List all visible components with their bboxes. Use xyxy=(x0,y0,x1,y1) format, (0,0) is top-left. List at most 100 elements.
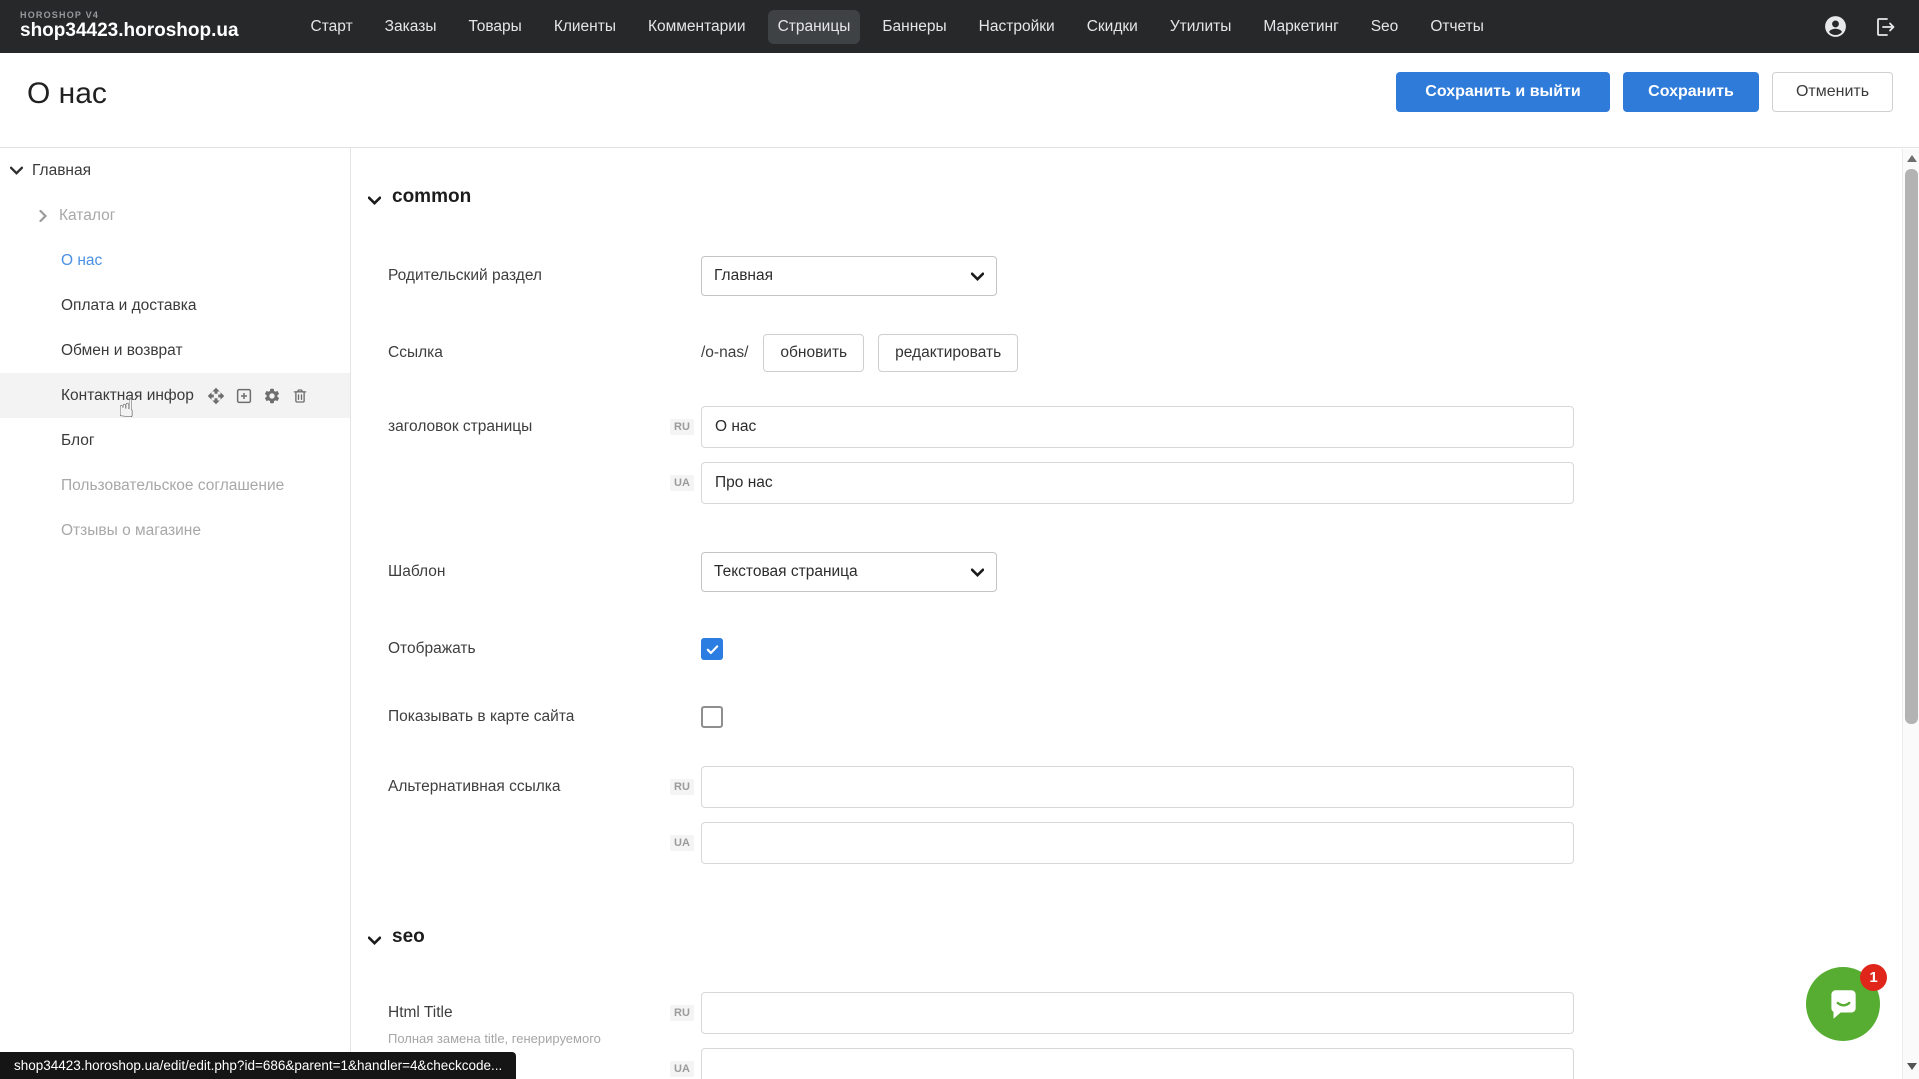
page-title-ua-input[interactable] xyxy=(701,462,1574,504)
field-label: заголовок страницы xyxy=(388,406,670,504)
add-icon[interactable] xyxy=(235,386,254,405)
html-title-ua-input[interactable] xyxy=(701,1048,1574,1079)
chat-icon xyxy=(1824,985,1862,1023)
display-checkbox[interactable] xyxy=(701,638,723,660)
lang-line-ua: UA xyxy=(670,822,1574,864)
parent-section-select[interactable]: Главная xyxy=(701,256,997,296)
refresh-link-button[interactable]: обновить xyxy=(763,334,864,372)
field-hint: Полная замена title, генерируемого xyxy=(388,1031,638,1048)
horoshop-admin: HOROSHOP V4 shop34423.horoshop.ua Старт … xyxy=(0,0,1919,1079)
chat-button[interactable]: 1 xyxy=(1806,967,1880,1041)
edit-link-button[interactable]: редактировать xyxy=(878,334,1018,372)
top-navigation-bar: HOROSHOP V4 shop34423.horoshop.ua Старт … xyxy=(0,0,1919,53)
template-row: Шаблон Текстовая страница xyxy=(368,552,1901,592)
chevron-down-icon xyxy=(971,270,984,283)
section-title: seo xyxy=(392,926,425,948)
tree-item-label: Каталог xyxy=(59,207,115,225)
menu-item-settings[interactable]: Настройки xyxy=(969,10,1065,44)
template-select[interactable]: Текстовая страница xyxy=(701,552,997,592)
tree-item-obmen[interactable]: Обмен и возврат xyxy=(0,328,350,373)
field-label: Отображать xyxy=(388,640,670,658)
field-label: Ссылка xyxy=(388,344,670,362)
menu-item-comments[interactable]: Комментарии xyxy=(638,10,756,44)
lang-line-ru: RU xyxy=(670,406,1574,448)
menu-item-seo[interactable]: Seo xyxy=(1361,10,1409,44)
cancel-button[interactable]: Отменить xyxy=(1772,72,1893,112)
chevron-down-icon[interactable] xyxy=(10,164,23,177)
lang-badge-ru: RU xyxy=(670,1005,694,1021)
tree-item-blog[interactable]: Блог xyxy=(0,418,350,463)
chevron-down-icon xyxy=(368,931,381,944)
move-icon[interactable] xyxy=(207,386,226,405)
tree-item-label: О нас xyxy=(61,252,102,270)
tree-item-label: Пользовательское соглашение xyxy=(61,477,284,495)
tree-item-oplata[interactable]: Оплата и доставка xyxy=(0,283,350,328)
menu-item-reports[interactable]: Отчеты xyxy=(1420,10,1494,44)
alt-link-ru-input[interactable] xyxy=(701,766,1574,808)
lang-badge-ru: RU xyxy=(670,779,694,795)
save-button[interactable]: Сохранить xyxy=(1623,72,1759,112)
tree-item-label: Оплата и доставка xyxy=(61,297,197,315)
lang-badge-ua: UA xyxy=(670,475,694,491)
page-header: О нас Сохранить и выйти Сохранить Отмени… xyxy=(0,53,1919,148)
tree-item-soglashenie[interactable]: Пользовательское соглашение xyxy=(0,463,350,508)
scrollbar-thumb[interactable] xyxy=(1905,169,1918,724)
save-and-exit-button[interactable]: Сохранить и выйти xyxy=(1396,72,1610,112)
scroll-up-icon[interactable] xyxy=(1903,150,1919,167)
tree-item-label: Блог xyxy=(61,432,95,450)
lang-line-ua: UA xyxy=(670,462,1574,504)
menu-item-clients[interactable]: Клиенты xyxy=(544,10,626,44)
menu-item-orders[interactable]: Заказы xyxy=(375,10,447,44)
tree-item-otzyvy[interactable]: Отзывы о магазине xyxy=(0,508,350,553)
menu-item-utilities[interactable]: Утилиты xyxy=(1160,10,1242,44)
chevron-down-icon xyxy=(368,191,381,204)
header-actions: Сохранить и выйти Сохранить Отменить xyxy=(1396,72,1893,112)
html-title-ru-input[interactable] xyxy=(701,992,1574,1034)
alt-link-ua-input[interactable] xyxy=(701,822,1574,864)
pages-tree-sidebar: Главная Каталог О нас Оплата и доставка … xyxy=(0,148,351,1079)
chevron-right-icon[interactable] xyxy=(37,209,50,222)
lang-badge-ua: UA xyxy=(670,1061,694,1077)
menu-item-pages[interactable]: Страницы xyxy=(768,10,861,44)
field-label: Показывать в карте сайта xyxy=(388,708,670,726)
menu-item-products[interactable]: Товары xyxy=(458,10,531,44)
scroll-down-icon[interactable] xyxy=(1903,1058,1919,1075)
sitemap-checkbox[interactable] xyxy=(701,706,723,728)
select-value: Текстовая страница xyxy=(714,563,858,581)
section-seo[interactable]: seo xyxy=(368,926,1901,948)
menu-item-discounts[interactable]: Скидки xyxy=(1077,10,1148,44)
tree-item-label: Главная xyxy=(32,162,91,180)
tree-item-kontaktnaya[interactable]: Контактная инфор ☝ xyxy=(0,373,350,418)
tree-item-label: Отзывы о магазине xyxy=(61,522,201,540)
menu-item-start[interactable]: Старт xyxy=(301,10,363,44)
link-path: /o-nas/ xyxy=(701,344,748,362)
page-edit-form: common Родительский раздел Главная Ссылк… xyxy=(352,148,1901,1079)
main-menu: Старт Заказы Товары Клиенты Комментарии … xyxy=(301,10,1494,44)
menu-item-banners[interactable]: Баннеры xyxy=(872,10,956,44)
delete-icon[interactable] xyxy=(291,386,310,405)
select-value: Главная xyxy=(714,267,773,285)
display-row: Отображать xyxy=(368,638,1901,660)
settings-icon[interactable] xyxy=(263,386,282,405)
page-title-inputs: RU UA xyxy=(670,406,1574,504)
section-common[interactable]: common xyxy=(368,186,1901,208)
tree-item-katalog[interactable]: Каталог xyxy=(0,193,350,238)
html-title-row: Html Title Полная замена title, генериру… xyxy=(368,992,1901,1079)
section-title: common xyxy=(392,186,471,208)
menu-item-marketing[interactable]: Маркетинг xyxy=(1253,10,1348,44)
tree-item-glavnaya[interactable]: Главная xyxy=(0,148,350,193)
lang-line-ua: UA xyxy=(670,1048,1574,1079)
tree-item-o-nas[interactable]: О нас xyxy=(0,238,350,283)
logout-icon[interactable] xyxy=(1872,14,1897,39)
account-icon[interactable] xyxy=(1823,14,1848,39)
page-title: О нас xyxy=(27,77,107,111)
page-title-ru-input[interactable] xyxy=(701,406,1574,448)
chevron-down-icon xyxy=(971,566,984,579)
alt-link-inputs: RU UA xyxy=(670,766,1574,864)
link-controls: /o-nas/ обновить редактировать xyxy=(701,334,1018,372)
tree-item-actions xyxy=(207,386,310,405)
brand-logo[interactable]: HOROSHOP V4 shop34423.horoshop.ua xyxy=(20,11,239,42)
html-title-inputs: RU UA xyxy=(670,992,1574,1079)
brand-domain: shop34423.horoshop.ua xyxy=(20,21,239,42)
vertical-scrollbar[interactable] xyxy=(1902,149,1919,1079)
